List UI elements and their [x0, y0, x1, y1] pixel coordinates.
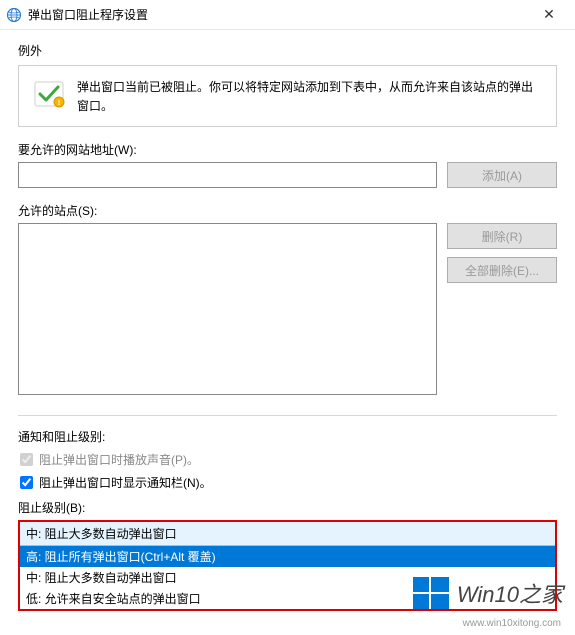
dropdown-option-medium[interactable]: 中: 阻止大多数自动弹出窗口	[20, 567, 555, 588]
infobar-checkbox[interactable]	[20, 476, 33, 489]
check-shield-icon: !	[31, 76, 67, 112]
remove-button[interactable]: 删除(R)	[447, 223, 557, 249]
window-title: 弹出窗口阻止程序设置	[28, 6, 529, 23]
infobar-checkbox-label: 阻止弹出窗口时显示通知栏(N)。	[39, 474, 212, 491]
address-label: 要允许的网站地址(W):	[18, 141, 557, 158]
address-input[interactable]	[18, 162, 437, 188]
sound-checkbox	[20, 453, 33, 466]
exceptions-heading: 例外	[18, 42, 557, 59]
add-button[interactable]: 添加(A)	[447, 162, 557, 188]
infobar-checkbox-row[interactable]: 阻止弹出窗口时显示通知栏(N)。	[20, 474, 557, 491]
notifications-heading: 通知和阻止级别:	[18, 428, 557, 445]
allowed-sites-label: 允许的站点(S):	[18, 202, 557, 219]
dropdown-option-high[interactable]: 高: 阻止所有弹出窗口(Ctrl+Alt 覆盖)	[20, 546, 555, 567]
close-icon: ✕	[543, 6, 555, 23]
dropdown-selected[interactable]: 中: 阻止大多数自动弹出窗口	[20, 522, 555, 546]
sound-checkbox-label: 阻止弹出窗口时播放声音(P)。	[39, 451, 199, 468]
svg-text:!: !	[58, 100, 60, 107]
dropdown-option-low[interactable]: 低: 允许来自安全站点的弹出窗口	[20, 588, 555, 609]
remove-all-button[interactable]: 全部删除(E)...	[447, 257, 557, 283]
info-text: 弹出窗口当前已被阻止。你可以将特定网站添加到下表中，从而允许来自该站点的弹出窗口…	[77, 76, 544, 116]
dropdown-list: 高: 阻止所有弹出窗口(Ctrl+Alt 覆盖) 中: 阻止大多数自动弹出窗口 …	[20, 546, 555, 609]
titlebar: 弹出窗口阻止程序设置 ✕	[0, 0, 575, 30]
close-button[interactable]: ✕	[529, 1, 569, 29]
sound-checkbox-row: 阻止弹出窗口时播放声音(P)。	[20, 451, 557, 468]
info-box: ! 弹出窗口当前已被阻止。你可以将特定网站添加到下表中，从而允许来自该站点的弹出…	[18, 65, 557, 127]
dialog-content: 例外 ! 弹出窗口当前已被阻止。你可以将特定网站添加到下表中，从而允许来自该站点…	[0, 30, 575, 611]
allowed-sites-listbox[interactable]	[18, 223, 437, 395]
block-level-dropdown[interactable]: 中: 阻止大多数自动弹出窗口 高: 阻止所有弹出窗口(Ctrl+Alt 覆盖) …	[18, 520, 557, 611]
section-divider	[18, 415, 557, 416]
watermark-url: www.win10xitong.com	[463, 618, 561, 629]
block-level-label: 阻止级别(B):	[18, 499, 557, 516]
globe-icon	[6, 7, 22, 23]
